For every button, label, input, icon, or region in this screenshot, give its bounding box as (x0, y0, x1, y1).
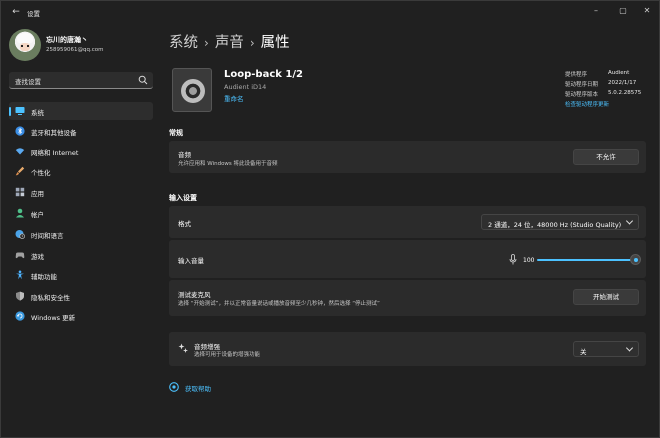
app-title: 设置 (27, 10, 40, 18)
sidebar-item-label: 系统 (31, 109, 44, 117)
globe-clock-icon (15, 230, 25, 239)
sidebar-item-time-language[interactable]: 时间和语言 (9, 225, 153, 243)
format-dropdown[interactable]: 2 通道，24 位，48000 Hz (Studio Quality) (481, 214, 639, 230)
start-test-button[interactable]: 开始测试 (573, 289, 639, 305)
sidebar-item-label: Windows 更新 (31, 314, 76, 322)
driver-date-label: 驱动程序日期 (565, 82, 599, 88)
breadcrumb: 系统 › 声音 › 属性 (169, 31, 290, 52)
back-arrow-icon[interactable]: ← (10, 6, 22, 18)
maximize-button[interactable]: ▢ (613, 5, 633, 17)
sidebar-item-label: 蓝牙和其他设备 (31, 129, 77, 137)
help-icon (169, 382, 179, 392)
sidebar-item-label: 辅助功能 (31, 273, 57, 281)
sidebar-item-bluetooth[interactable]: 蓝牙和其他设备 (9, 122, 153, 140)
format-card: 格式 2 通道，24 位，48000 Hz (Studio Quality) (169, 206, 646, 238)
title-bar: ← 设置 – ▢ ✕ (1, 1, 659, 23)
user-name: 忘川的唐瀚丶 (46, 36, 88, 44)
breadcrumb-separator: › (249, 36, 255, 50)
breadcrumb-sound[interactable]: 声音 (215, 31, 244, 52)
rename-link[interactable]: 重命名 (224, 93, 244, 103)
sidebar-item-label: 帐户 (31, 211, 44, 219)
driver-date-value: 2022/1/17 (608, 80, 637, 86)
get-help-link[interactable]: 获取帮助 (185, 383, 211, 393)
accessibility-icon (16, 270, 24, 280)
sidebar-item-label: 网络和 Internet (31, 149, 79, 157)
device-name: Loop-back 1/2 (224, 69, 303, 80)
search-icon (138, 75, 148, 85)
section-general-title: 常规 (169, 129, 183, 137)
chevron-down-icon (625, 344, 634, 352)
sidebar-item-personalization[interactable]: 个性化 (9, 162, 153, 180)
test-mic-title: 测试麦克风 (178, 291, 211, 299)
speaker-device-icon (172, 68, 212, 112)
enhancement-dropdown[interactable]: 关 (573, 341, 639, 357)
audio-description: 允许应用和 Windows 将此设备用于音频 (178, 161, 278, 167)
driver-provider-label: 提供程序 (565, 72, 588, 78)
enhancement-description: 选择可用于设备的增强功能 (194, 352, 261, 358)
sidebar-item-gaming[interactable]: 游戏 (9, 246, 153, 264)
user-email: 258959061@qq.com (46, 47, 104, 53)
sidebar-item-apps[interactable]: 应用 (9, 183, 153, 201)
format-title: 格式 (178, 220, 191, 228)
breadcrumb-separator: › (204, 36, 209, 50)
input-volume-slider[interactable] (537, 259, 636, 261)
microphone-icon[interactable] (509, 254, 517, 265)
shield-icon (16, 291, 24, 301)
sidebar-item-accessibility[interactable]: 辅助功能 (9, 266, 153, 284)
sidebar-item-system[interactable]: 系统 (9, 102, 153, 120)
check-driver-update-link[interactable]: 检查驱动程序更新 (565, 100, 609, 108)
audio-allow-card: 音频 允许应用和 Windows 将此设备用于音频 不允许 (169, 141, 646, 173)
selection-indicator (9, 107, 11, 116)
sidebar-item-windows-update[interactable]: Windows 更新 (9, 307, 153, 325)
sidebar-item-label: 个性化 (31, 169, 51, 177)
driver-version-label: 驱动程序版本 (565, 92, 599, 98)
wifi-icon (15, 148, 25, 155)
bluetooth-icon (15, 126, 25, 136)
chevron-down-icon (625, 217, 634, 225)
person-icon (16, 208, 24, 218)
test-mic-card: 测试麦克风 选择 “开始测试”，并以正常音量说话或播放音频至少几秒钟，然后选择 … (169, 280, 646, 316)
minimize-button[interactable]: – (586, 5, 606, 17)
monitor-icon (15, 107, 25, 115)
sidebar-item-privacy[interactable]: 隐私和安全性 (9, 287, 153, 305)
breadcrumb-system[interactable]: 系统 (169, 31, 198, 52)
audio-enhancement-card: 音频增强 选择可用于设备的增强功能 关 (169, 332, 646, 366)
sparkle-icon (178, 343, 188, 353)
sidebar-item-accounts[interactable]: 帐户 (9, 204, 153, 222)
settings-window: ← 设置 – ▢ ✕ 忘川的唐瀚丶 258959061@qq.com 查找设置 … (0, 0, 660, 438)
test-mic-description: 选择 “开始测试”，并以正常音量说话或播放音频至少几秒钟，然后选择 “停止测试” (178, 301, 380, 307)
search-input[interactable]: 查找设置 (9, 72, 153, 89)
gamepad-icon (15, 252, 25, 259)
sidebar-item-label: 时间和语言 (31, 232, 64, 240)
section-input-title: 输入设置 (169, 194, 197, 202)
input-volume-title: 输入音量 (178, 257, 204, 265)
driver-version-value: 5.0.2.28575 (608, 90, 642, 96)
search-placeholder: 查找设置 (15, 78, 41, 86)
input-volume-slider-thumb[interactable] (630, 254, 641, 265)
driver-provider-value: Audient (608, 70, 630, 76)
sidebar-item-label: 应用 (31, 190, 44, 198)
sidebar-item-network[interactable]: 网络和 Internet (9, 142, 153, 160)
close-button[interactable]: ✕ (637, 5, 657, 17)
update-icon (15, 311, 25, 321)
input-volume-value: 100 (523, 257, 535, 264)
brush-icon (15, 166, 25, 176)
enhancement-value: 关 (580, 347, 587, 356)
format-value: 2 通道，24 位，48000 Hz (Studio Quality) (488, 220, 622, 229)
apps-icon (15, 187, 25, 197)
device-subtitle: Audient iD14 (224, 83, 267, 91)
disallow-button[interactable]: 不允许 (573, 149, 639, 165)
avatar[interactable] (9, 29, 41, 61)
sidebar-item-label: 隐私和安全性 (31, 294, 70, 302)
audio-title: 音频 (178, 151, 191, 159)
page-title: 属性 (260, 35, 290, 51)
sidebar-item-label: 游戏 (31, 253, 44, 261)
